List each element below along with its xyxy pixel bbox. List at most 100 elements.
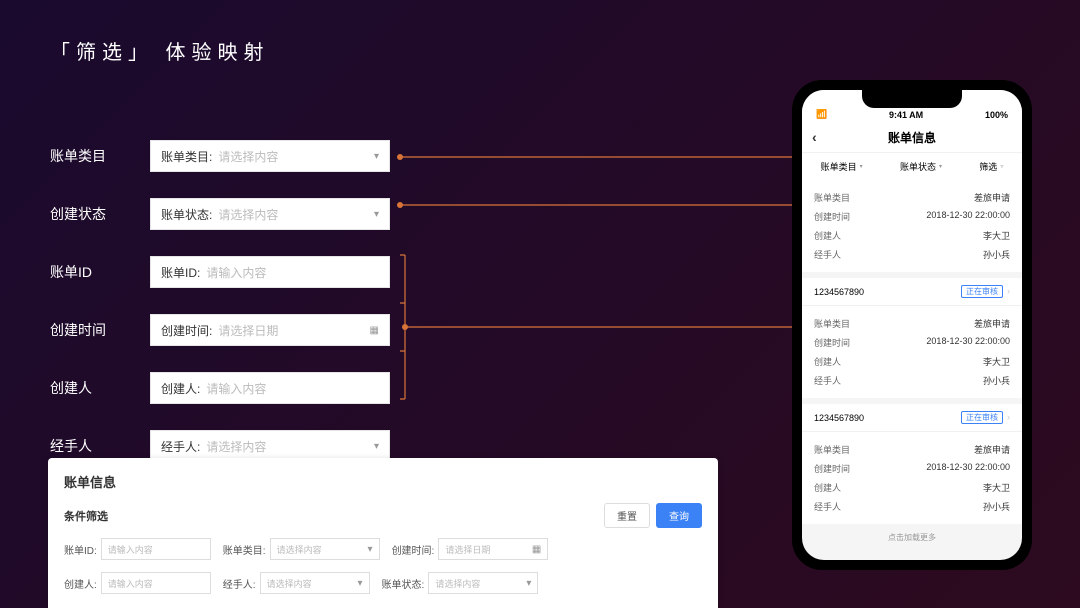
- pf-placeholder: 请输入内容: [108, 577, 153, 590]
- row-value: 差旅申请: [974, 191, 1010, 204]
- form-label: 创建时间: [50, 320, 150, 340]
- field-placeholder: 请选择内容: [218, 206, 374, 223]
- chevron-down-icon: ▾: [374, 151, 379, 162]
- form-label: 创建人: [50, 378, 150, 398]
- panel-field: 账单类目: 请选择内容 ▾: [223, 538, 380, 560]
- form-field[interactable]: 创建时间: 请选择日期▦: [150, 314, 390, 346]
- chevron-right-icon: ›: [1007, 286, 1010, 296]
- form-field[interactable]: 账单ID:请输入内容: [150, 256, 390, 288]
- tab-label: 账单状态: [900, 160, 936, 173]
- panel-field: 账单ID: 请输入内容: [64, 538, 211, 560]
- card-row: 账单类目差旅申请: [814, 314, 1010, 333]
- card-id-row[interactable]: 1234567890正在审核›: [802, 404, 1022, 431]
- card-row: 经手人 孙小兵: [814, 497, 1010, 516]
- form-field[interactable]: 账单状态: 请选择内容▾: [150, 198, 390, 230]
- row-value: 李大卫: [983, 481, 1010, 494]
- panel-fields: 账单ID:请输入内容账单类目:请选择内容▾创建时间:请选择日期▦创建人:请输入内…: [64, 538, 702, 594]
- chevron-down-icon: ▾: [374, 441, 379, 452]
- row-value: 李大卫: [983, 229, 1010, 242]
- card-row: 创建时间2018-12-30 22:00:00: [814, 207, 1010, 226]
- card-id-row[interactable]: 1234567890正在审核›: [802, 278, 1022, 305]
- card-row: 账单类目差旅申请: [814, 440, 1010, 459]
- pf-input[interactable]: 请选择内容 ▾: [270, 538, 380, 560]
- field-prefix: 创建时间:: [161, 322, 212, 339]
- pf-input[interactable]: 请选择日期▦: [438, 538, 548, 560]
- panel-field: 创建人: 请输入内容: [64, 572, 211, 594]
- reset-button[interactable]: 重置: [604, 503, 650, 528]
- pf-label: 账单类目:: [223, 542, 266, 557]
- chevron-down-icon: ▾: [368, 544, 373, 555]
- row-value: 李大卫: [983, 355, 1010, 368]
- field-placeholder: 请选择日期: [218, 322, 369, 339]
- back-icon[interactable]: ‹: [812, 129, 817, 145]
- list-card: 账单类目差旅申请创建时间2018-12-30 22:00:00 创建人 李大卫经手人…: [802, 305, 1022, 398]
- pf-input[interactable]: 请输入内容: [101, 572, 211, 594]
- calendar-icon: ▦: [370, 325, 379, 336]
- row-key: 经手人: [814, 500, 841, 513]
- tab-label: 账单类目: [821, 160, 857, 173]
- field-placeholder: 请输入内容: [206, 380, 379, 397]
- form-row: 账单类目账单类目: 请选择内容▾: [50, 140, 390, 172]
- chevron-down-icon: ▾: [374, 209, 379, 220]
- row-value: 孙小兵: [983, 500, 1010, 513]
- form-field[interactable]: 账单类目: 请选择内容▾: [150, 140, 390, 172]
- pf-input[interactable]: 请选择内容▾: [260, 572, 370, 594]
- row-value: 孙小兵: [983, 374, 1010, 387]
- panel-field: 经手人:请选择内容▾: [223, 572, 370, 594]
- pf-label: 创建人:: [64, 576, 97, 591]
- field-prefix: 账单类目:: [161, 148, 212, 165]
- panel-title: 账单信息: [64, 472, 702, 491]
- row-key: 经手人: [814, 248, 841, 261]
- submit-button[interactable]: 查询: [656, 503, 702, 528]
- phone-mockup: 📶 9:41 AM 100% ‹ 账单信息 账单类目▾账单状态▾筛选▿ 账单类目…: [792, 80, 1032, 570]
- filter-tabs: 账单类目▾账单状态▾筛选▿: [802, 152, 1022, 180]
- pf-input[interactable]: 请选择内容 ▾: [428, 572, 538, 594]
- field-placeholder: 请选择内容: [206, 438, 374, 455]
- row-value: 2018-12-30 22:00:00: [926, 462, 1010, 475]
- row-key: 账单类目: [814, 317, 850, 330]
- form-label: 经手人: [50, 436, 150, 456]
- form-row: 创建人创建人:请输入内容: [50, 372, 390, 404]
- pf-placeholder: 请输入内容: [108, 543, 153, 556]
- row-value: 孙小兵: [983, 248, 1010, 261]
- load-more[interactable]: 点击加载更多: [802, 524, 1022, 551]
- form-row: 账单ID账单ID:请输入内容: [50, 256, 390, 288]
- pf-input[interactable]: 请输入内容: [101, 538, 211, 560]
- field-prefix: 账单ID:: [161, 264, 200, 281]
- row-key: 创建人: [814, 355, 841, 368]
- row-key: 账单类目: [814, 443, 850, 456]
- pf-label: 账单状态:: [382, 576, 425, 591]
- form-row: 创建状态账单状态:请选择内容▾: [50, 198, 390, 230]
- row-key: 账单类目: [814, 191, 850, 204]
- panel-field: 创建时间:请选择日期▦: [392, 538, 549, 560]
- filter-tab[interactable]: 筛选▿: [979, 160, 1003, 173]
- card-row: 创建时间 2018-12-30 22:00:00: [814, 459, 1010, 478]
- pf-label: 账单ID:: [64, 542, 97, 557]
- card-row: 创建人 李大卫: [814, 352, 1010, 371]
- pf-placeholder: 请选择内容: [435, 577, 480, 590]
- panel-field: 账单状态: 请选择内容 ▾: [382, 572, 539, 594]
- chevron-down-icon: ▾: [860, 163, 863, 170]
- field-placeholder: 请选择内容: [218, 148, 374, 165]
- row-value: 2018-12-30 22:00:00: [926, 336, 1010, 349]
- card-row: 账单类目 差旅申请: [814, 188, 1010, 207]
- phone-content: 账单类目差旅申请创建时间2018-12-30 22:00:00创建人李大卫经手人…: [802, 180, 1022, 551]
- status-time: 9:41 AM: [889, 110, 923, 120]
- list-card: 账单类目差旅申请创建时间2018-12-30 22:00:00创建人李大卫经手人…: [802, 431, 1022, 524]
- pf-label: 创建时间:: [392, 542, 435, 557]
- status-battery: 100%: [985, 110, 1008, 120]
- filter-tab[interactable]: 账单类目▾: [821, 160, 863, 173]
- form-field[interactable]: 创建人:请输入内容: [150, 372, 390, 404]
- pf-placeholder: 请选择内容: [277, 543, 322, 556]
- card-row: 创建时间2018-12-30 22:00:00: [814, 333, 1010, 352]
- form-list: 账单类目账单类目:请选择内容▾创建状态账单状态:请选择内容▾账单ID账单ID:请…: [50, 140, 390, 488]
- filter-tab[interactable]: 账单状态▾: [900, 160, 942, 173]
- form-label: 账单类目: [50, 146, 150, 166]
- navbar-title: 账单信息: [888, 129, 936, 146]
- row-key: 创建时间: [814, 462, 850, 475]
- card-id: 1234567890: [814, 413, 864, 423]
- card-row: 经手人孙小兵: [814, 371, 1010, 390]
- chevron-down-icon: ▾: [526, 578, 531, 589]
- field-prefix: 账单状态:: [161, 206, 212, 223]
- status-badge: 正在审核: [961, 285, 1003, 298]
